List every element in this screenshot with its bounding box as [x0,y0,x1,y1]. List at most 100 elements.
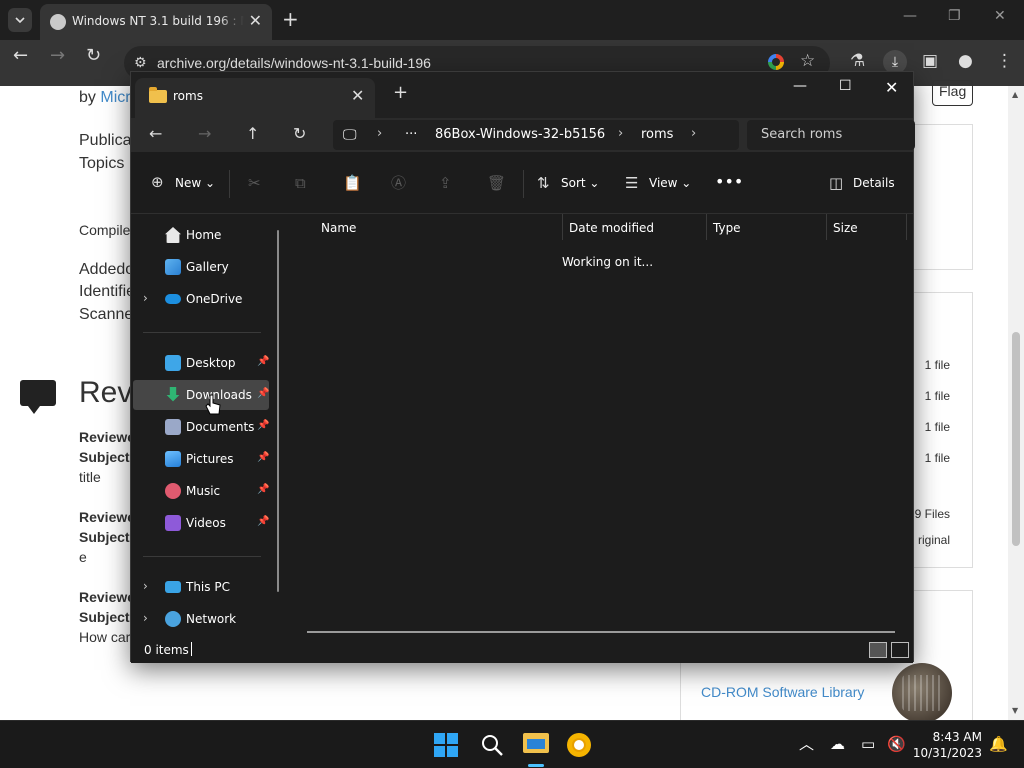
column-header-size[interactable]: Size [833,221,858,235]
browser-tab-active[interactable]: Windows NT 3.1 build 196 : Mi ✕ [40,4,272,40]
paste-icon[interactable]: 📋 [343,176,362,191]
details-pane-icon[interactable]: ◫ [829,176,843,191]
computer-icon[interactable]: 🖵 [343,127,357,143]
close-window-icon[interactable]: ✕ [994,8,1006,24]
new-tab-button[interactable]: + [282,9,299,29]
nav-item-documents[interactable]: Documents 📌 [133,412,269,442]
pin-icon[interactable]: 📌 [257,420,269,431]
onedrive-cloud-icon[interactable]: ☁ [830,737,845,752]
flag-button[interactable]: Flag [932,80,973,106]
breadcrumb-item[interactable]: 86Box-Windows-32-b5156 [435,127,605,142]
collection-link[interactable]: CD-ROM Software Library [701,684,864,700]
scroll-down-icon[interactable]: ▼ [1012,706,1018,715]
sort-icon[interactable]: ⇅ [537,176,550,191]
cut-icon[interactable]: ✂ [248,176,261,191]
chevron-right-icon[interactable]: › [618,126,623,141]
details-view-icon[interactable] [869,642,887,658]
chrome-icon[interactable] [567,733,591,757]
menu-kebab-icon[interactable]: ⋮ [996,53,1013,70]
column-divider[interactable] [906,214,907,240]
view-icon[interactable]: ☰ [625,176,638,191]
scrollbar-thumb[interactable] [1012,332,1020,546]
explorer-tab[interactable]: roms ✕ [135,78,375,118]
side-panel-icon[interactable]: ▣ [922,53,938,70]
nav-item-downloads[interactable]: Downloads 📌 [133,380,269,410]
close-window-icon[interactable]: ✕ [885,78,898,97]
share-icon[interactable]: ⇪ [439,176,452,191]
pin-icon[interactable]: 📌 [257,452,269,463]
new-plus-icon[interactable]: ⊕ [151,175,164,190]
nav-item-pictures[interactable]: Pictures 📌 [133,444,269,474]
column-header-name[interactable]: Name [321,221,356,235]
chevron-right-icon[interactable]: › [143,291,148,305]
close-icon[interactable]: ✕ [249,13,262,29]
bookmark-star-icon[interactable]: ☆ [800,53,815,70]
pin-icon[interactable]: 📌 [257,484,269,495]
chevron-up-icon[interactable]: ︿ [799,737,814,752]
chevron-right-icon[interactable]: › [143,579,148,593]
file-explorer-icon[interactable] [523,733,549,753]
horizontal-scrollbar[interactable] [307,631,895,633]
nav-item-music[interactable]: Music 📌 [133,476,269,506]
forward-arrow-icon[interactable]: → [50,47,66,65]
back-arrow-icon[interactable]: ← [13,47,29,65]
profile-icon[interactable]: ● [958,53,973,70]
pin-icon[interactable]: 📌 [257,516,269,527]
site-info-icon[interactable]: ⚙ [134,55,147,71]
maximize-icon[interactable]: ☐ [839,78,852,94]
file-count[interactable]: 1 file [925,358,950,372]
file-count[interactable]: 1 file [925,451,950,465]
more-options-icon[interactable]: ••• [715,172,743,191]
delete-icon[interactable]: 🗑 [487,176,506,191]
pin-icon[interactable]: 📌 [257,388,269,399]
nav-item-gallery[interactable]: Gallery [133,252,269,282]
system-clock[interactable]: 8:43 AM 10/31/2023 [904,729,982,761]
search-placeholder[interactable]: Search roms [761,127,842,142]
forward-arrow-icon[interactable]: → [198,126,211,142]
search-input[interactable]: Search roms [747,120,915,150]
column-divider[interactable] [826,214,827,240]
copy-icon[interactable]: ⧉ [295,176,306,191]
display-icon[interactable]: ▭ [861,737,875,752]
nav-item-network[interactable]: › Network [133,604,269,634]
labs-flask-icon[interactable]: ⚗ [850,53,865,70]
files-total[interactable]: 9 Files [915,507,950,521]
new-tab-button[interactable]: + [393,84,408,102]
tiles-view-icon[interactable] [891,642,909,658]
view-button[interactable]: View ⌄ [649,176,691,190]
minimize-icon[interactable]: — [903,8,917,24]
new-button[interactable]: New ⌄ [175,176,215,190]
chevron-right-icon[interactable]: › [691,126,696,141]
back-arrow-icon[interactable]: ← [149,126,162,142]
nav-item-onedrive[interactable]: › OneDrive [133,284,269,314]
nav-item-desktop[interactable]: Desktop 📌 [133,348,269,378]
restore-icon[interactable]: ❐ [948,8,961,24]
sort-button[interactable]: Sort ⌄ [561,176,599,190]
nav-item-videos[interactable]: Videos 📌 [133,508,269,538]
pin-icon[interactable]: 📌 [257,356,269,367]
google-lens-icon[interactable] [768,54,784,70]
minimize-icon[interactable]: — [793,78,807,94]
details-button[interactable]: Details [853,176,895,190]
nav-item-home[interactable]: Home [133,220,269,250]
chevron-right-icon[interactable]: › [143,611,148,625]
notification-bell-icon[interactable]: 🔔 [989,737,1008,752]
column-divider[interactable] [562,214,563,240]
search-icon[interactable] [480,733,504,757]
windows-start-icon[interactable] [434,733,458,757]
nav-scrollbar[interactable] [277,230,279,592]
more-locations-icon[interactable]: ··· [405,127,417,142]
breadcrumb[interactable]: 🖵 › ··· 86Box-Windows-32-b5156 › roms › [333,120,739,150]
column-header-type[interactable]: Type [713,221,741,235]
url-text[interactable]: archive.org/details/windows-nt-3.1-build… [157,55,431,71]
rename-icon[interactable]: Ⓐ [391,176,406,191]
scroll-up-icon[interactable]: ▲ [1012,90,1018,99]
reload-icon[interactable]: ↻ [86,47,102,65]
tab-search-button[interactable] [8,8,32,32]
column-divider[interactable] [706,214,707,240]
up-arrow-icon[interactable]: ↑ [246,126,259,142]
close-icon[interactable]: ✕ [351,86,364,105]
collection-thumbnail[interactable] [892,663,952,723]
column-header-date-modified[interactable]: Date modified [569,221,654,235]
file-count[interactable]: 1 file [925,420,950,434]
